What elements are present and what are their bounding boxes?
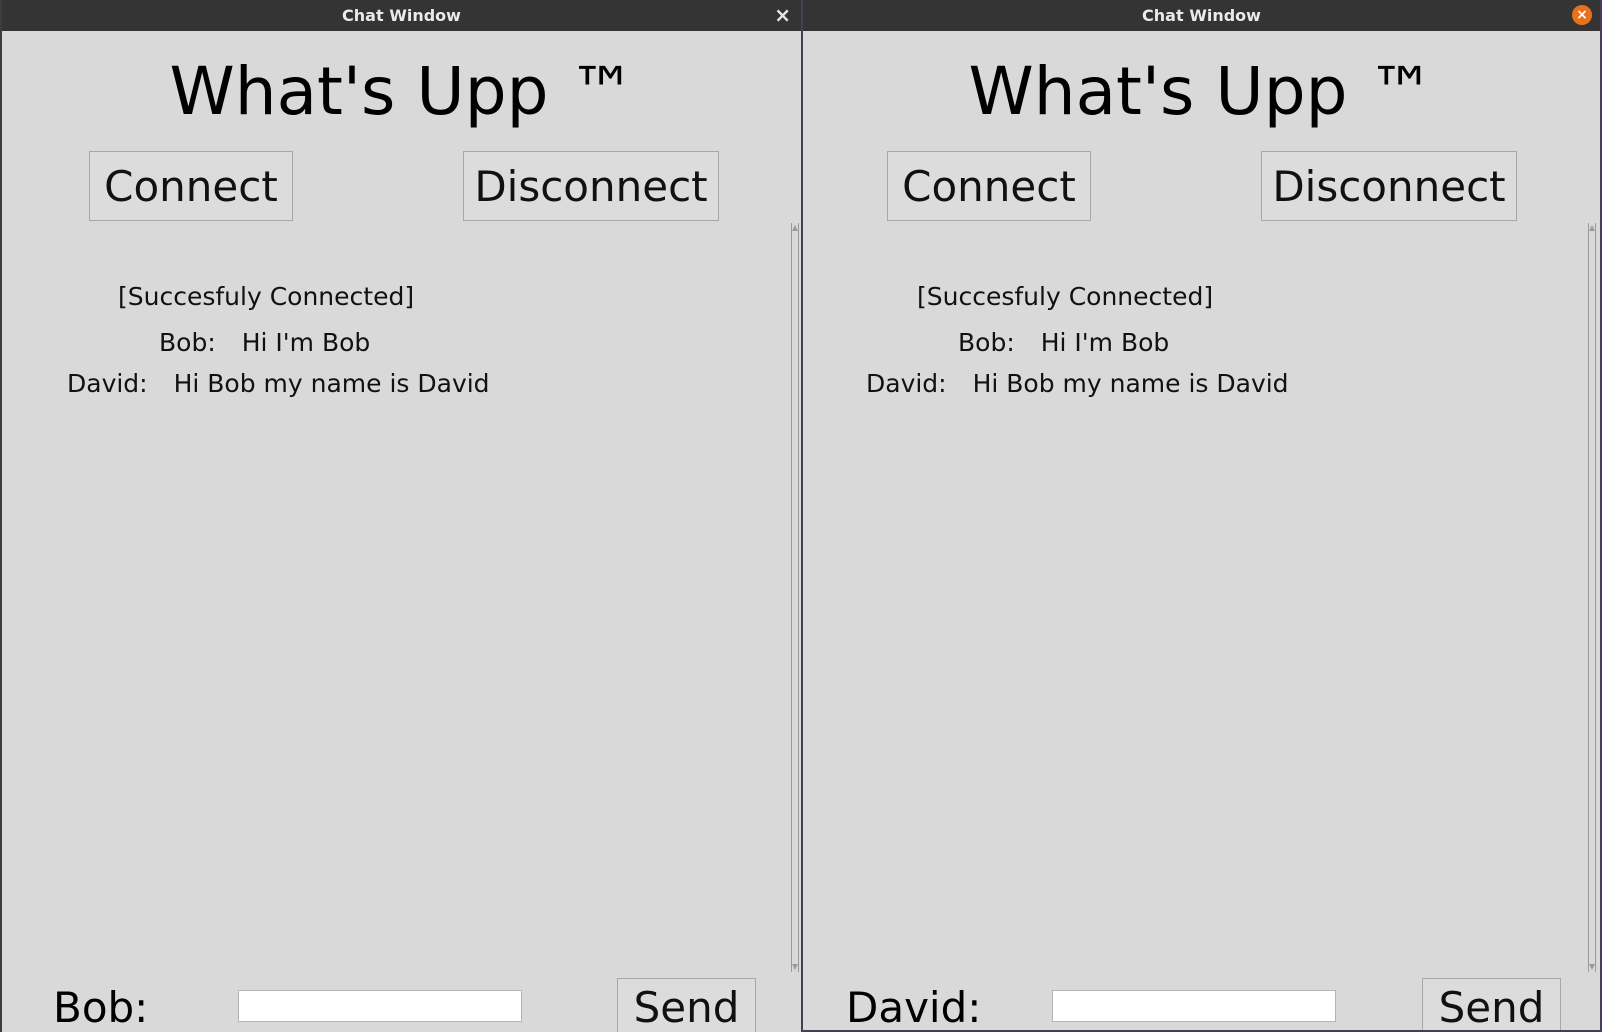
window-titlebar[interactable]: Chat Window ×	[803, 0, 1600, 31]
window-title: Chat Window	[342, 6, 461, 25]
message-input[interactable]	[238, 990, 522, 1022]
disconnect-button[interactable]: Disconnect	[463, 151, 719, 221]
scroll-down-icon[interactable]	[1589, 964, 1595, 970]
connection-status: [Succesfuly Connected]	[917, 282, 1214, 311]
window-title: Chat Window	[1142, 6, 1261, 25]
message-input[interactable]	[1052, 990, 1336, 1022]
scroll-up-icon[interactable]	[792, 225, 798, 231]
chat-scrollbar[interactable]	[1588, 223, 1596, 972]
chat-scrollbar[interactable]	[791, 223, 799, 972]
scroll-down-icon[interactable]	[792, 964, 798, 970]
connection-status: [Succesfuly Connected]	[118, 282, 415, 311]
message-row: David: Hi Bob my name is David	[866, 369, 1289, 398]
message-sender: David:	[866, 369, 947, 398]
message-row: Bob: Hi I'm Bob	[958, 328, 1169, 357]
send-button[interactable]: Send	[1422, 978, 1561, 1030]
message-text: Hi Bob my name is David	[972, 369, 1289, 398]
message-sender: Bob:	[159, 328, 216, 357]
message-text: Hi Bob my name is David	[173, 369, 490, 398]
message-row: David: Hi Bob my name is David	[67, 369, 490, 398]
message-sender: Bob:	[958, 328, 1015, 357]
disconnect-button[interactable]: Disconnect	[1261, 151, 1517, 221]
close-icon[interactable]: ×	[774, 2, 791, 28]
message-sender: David:	[67, 369, 148, 398]
message-text: Hi I'm Bob	[241, 328, 371, 357]
close-circle-icon[interactable]: ×	[1572, 5, 1592, 25]
app-title: What's Upp ™	[968, 53, 1435, 130]
connect-button[interactable]: Connect	[89, 151, 293, 221]
connect-button[interactable]: Connect	[887, 151, 1091, 221]
message-text: Hi I'm Bob	[1040, 328, 1170, 357]
app-title: What's Upp ™	[169, 53, 636, 130]
user-label: Bob:	[53, 983, 149, 1032]
user-label: David:	[846, 983, 982, 1032]
message-row: Bob: Hi I'm Bob	[159, 328, 370, 357]
window-titlebar[interactable]: Chat Window ×	[2, 0, 801, 31]
chat-window-bob: Chat Window × What's Upp ™ Connect Disco…	[0, 0, 801, 1032]
scroll-up-icon[interactable]	[1589, 225, 1595, 231]
chat-window-david: Chat Window × What's Upp ™ Connect Disco…	[801, 0, 1602, 1032]
send-button[interactable]: Send	[617, 978, 756, 1032]
